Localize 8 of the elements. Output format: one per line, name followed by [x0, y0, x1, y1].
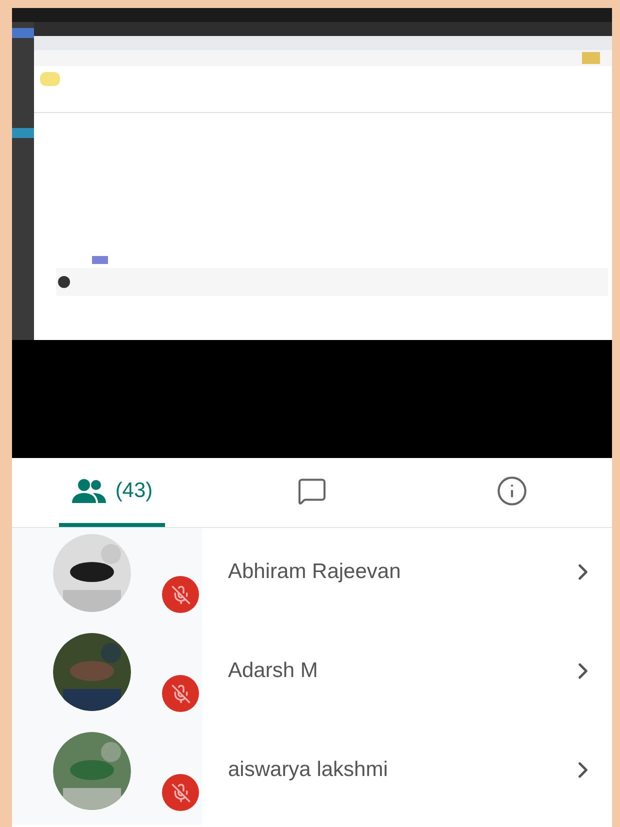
people-icon: [71, 478, 108, 504]
participant-name: Adarsh M: [228, 658, 319, 684]
info-icon: [496, 474, 528, 506]
participant-name: Abhiram Rajeevan: [228, 558, 402, 585]
mic-off-icon: [170, 584, 190, 604]
mic-off-icon: [170, 684, 190, 704]
mic-off-icon: [170, 782, 190, 802]
participant-name: aiswarya lakshmi: [228, 756, 389, 783]
